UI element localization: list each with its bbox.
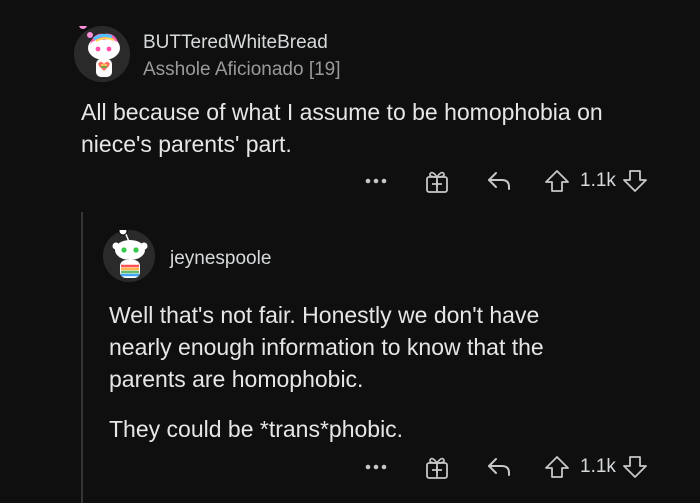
comment-body: They could be *trans*phobic. [109, 413, 694, 445]
downvote-icon [623, 170, 647, 192]
upvote-button[interactable] [544, 454, 570, 480]
more-icon [365, 178, 387, 184]
snoo-avatar-icon [74, 26, 130, 82]
comment-line: niece's parents' part. [81, 131, 292, 157]
downvote-icon [623, 456, 647, 478]
comment-body: All because of what I assume to be homop… [81, 96, 691, 160]
avatar[interactable] [74, 26, 130, 82]
reply-icon [488, 172, 510, 190]
comment-actions: 1.1k [364, 167, 648, 195]
comment-line: nearly enough information to know that t… [109, 334, 544, 360]
comment-top: BUTTeredWhiteBread Asshole Aficionado [1… [0, 0, 700, 200]
vote-count: 1.1k [580, 170, 616, 191]
reply-icon [488, 458, 510, 476]
award-button[interactable] [424, 168, 450, 194]
comment-line: They could be *trans*phobic. [109, 416, 404, 442]
reply-button[interactable] [486, 456, 512, 478]
more-options-button[interactable] [364, 177, 388, 185]
downvote-button[interactable] [622, 454, 648, 480]
comment-line: All because of what I assume to be homop… [81, 99, 603, 125]
comment-body: Well that's not fair. Honestly we don't … [109, 299, 694, 395]
comment-reply: jeynespoole Well that's not fair. Honest… [0, 200, 700, 503]
upvote-icon [545, 456, 569, 478]
award-gift-icon [426, 457, 448, 479]
snoo-avatar-icon [103, 230, 155, 282]
more-icon [365, 464, 387, 470]
comment-line: Well that's not fair. Honestly we don't … [109, 302, 540, 328]
comment-actions: 1.1k [364, 453, 648, 481]
user-flair: Asshole Aficionado [19] [143, 59, 341, 80]
upvote-button[interactable] [544, 168, 570, 194]
downvote-button[interactable] [622, 168, 648, 194]
username[interactable]: jeynespoole [170, 248, 271, 270]
award-gift-icon [426, 171, 448, 193]
award-button[interactable] [424, 454, 450, 480]
reply-button[interactable] [486, 170, 512, 192]
vote-count: 1.1k [580, 456, 616, 477]
avatar[interactable] [103, 230, 155, 282]
username[interactable]: BUTTeredWhiteBread [143, 32, 328, 54]
more-options-button[interactable] [364, 463, 388, 471]
upvote-icon [545, 170, 569, 192]
comment-line: parents are homophobic. [109, 366, 364, 392]
